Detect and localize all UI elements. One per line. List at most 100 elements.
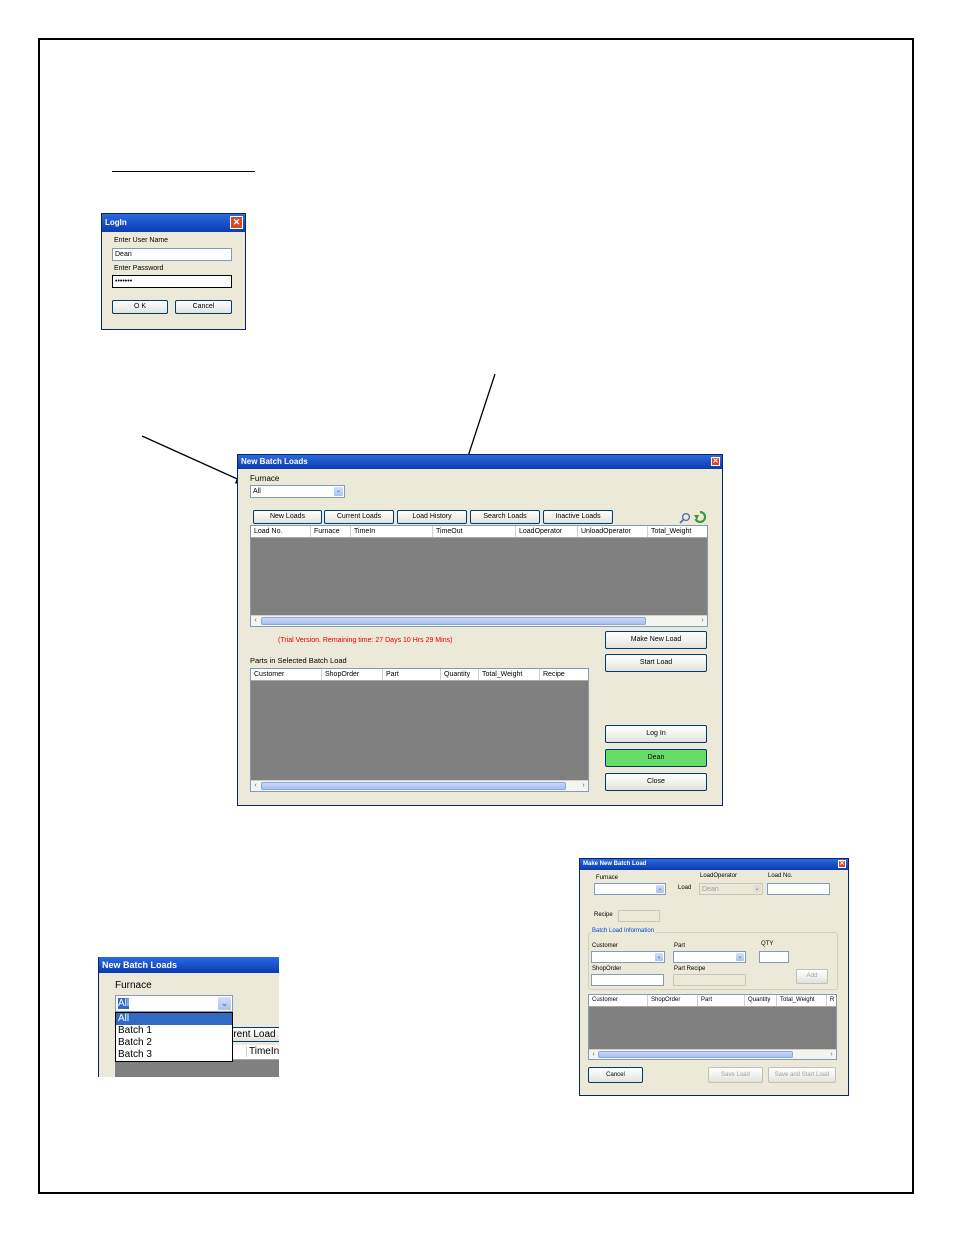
furnace-label: Furnace [250,474,280,483]
search-icon[interactable] [679,512,691,524]
zoom-col-timein[interactable]: TimeIn [246,1046,279,1057]
dropdown-option-all[interactable]: All [116,1013,232,1025]
col-furnace[interactable]: Furnace [311,526,351,537]
heading-underline [112,171,255,172]
parts-grid-header: Customer ShopOrder Part Quantity Total_W… [251,669,588,681]
scroll-thumb[interactable] [598,1051,793,1058]
mn-add-button[interactable]: Add [796,969,828,984]
mn-save-load-button[interactable]: Save Load [708,1067,763,1083]
close-icon[interactable]: ✕ [838,860,846,868]
tab-new-loads[interactable]: New Loads [253,510,322,524]
mn-group-label: Batch Load Information [591,928,656,934]
mn-col-part[interactable]: Part [698,995,745,1006]
mn-grid-header: Customer ShopOrder Part Quantity Total_W… [589,995,836,1007]
mn-furnace-select[interactable]: ⌄ [594,883,666,895]
mn-part-select[interactable]: ⌄ [673,951,746,963]
new-batch-loads-window: New Batch Loads ✕ Furnace All ⌄ New Load… [237,454,723,806]
mn-col-recipe[interactable]: R [827,995,836,1006]
chevron-down-icon[interactable]: ⌄ [334,487,343,496]
parts-grid[interactable]: Customer ShopOrder Part Quantity Total_W… [250,668,589,792]
zoom-furnace-label: Furnace [115,980,152,991]
tab-load-history[interactable]: Load History [397,510,467,524]
tab-current-loads[interactable]: Current Loads [324,510,394,524]
col-part[interactable]: Part [383,669,441,680]
scroll-thumb[interactable] [261,617,646,625]
chevron-down-icon[interactable]: ⌄ [656,885,664,893]
furnace-dropdown-zoom: New Batch Loads Furnace All ⌄ rrent Load… [98,957,279,1077]
col-load-no[interactable]: Load No. [251,526,311,537]
mn-col-quantity[interactable]: Quantity [745,995,777,1006]
mn-load-no-input[interactable] [767,883,830,895]
loads-grid-scrollbar[interactable]: ‹ › [251,615,707,626]
mn-load-no-label: Load No. [768,873,793,879]
mn-col-shop-order[interactable]: ShopOrder [648,995,698,1006]
mn-parts-grid[interactable]: Customer ShopOrder Part Quantity Total_W… [588,994,837,1060]
password-label: Enter Password [114,265,164,272]
start-load-button[interactable]: Start Load [605,654,707,672]
mn-col-total-weight[interactable]: Total_Weight [777,995,827,1006]
col-load-operator[interactable]: LoadOperator [516,526,578,537]
zoom-dropdown-list: All Batch 1 Batch 2 Batch 3 [115,1012,233,1062]
make-new-titlebar: Make New Batch Load ✕ [580,859,848,870]
mn-shop-order-label: ShopOrder [592,966,622,972]
mn-save-start-button[interactable]: Save and Start Load [768,1067,836,1083]
mn-col-customer[interactable]: Customer [589,995,648,1006]
chevron-down-icon[interactable]: ⌄ [655,953,663,961]
mn-load-operator-value: Dean [702,886,719,893]
col-total-weight[interactable]: Total_Weight [479,669,540,680]
scroll-thumb[interactable] [261,782,566,790]
mn-cancel-button[interactable]: Cancel [588,1067,643,1083]
main-title: New Batch Loads [241,457,308,466]
main-titlebar: New Batch Loads ✕ [238,455,722,469]
mn-recipe-field [618,910,660,922]
tab-search-loads[interactable]: Search Loads [470,510,540,524]
mn-shop-order-input[interactable] [591,974,664,986]
dropdown-option-batch-1[interactable]: Batch 1 [116,1025,232,1037]
scroll-right-icon[interactable]: › [827,1050,836,1059]
mn-grid-scrollbar[interactable]: ‹ › [589,1049,836,1059]
chevron-down-icon[interactable]: ⌄ [736,953,744,961]
loads-grid[interactable]: Load No. Furnace TimeIn TimeOut LoadOper… [250,525,708,627]
scroll-left-icon[interactable]: ‹ [589,1050,598,1059]
dropdown-option-batch-3[interactable]: Batch 3 [116,1049,232,1061]
col-shop-order[interactable]: ShopOrder [322,669,383,680]
mn-qty-input[interactable] [759,951,789,963]
user-button[interactable]: Dean [605,749,707,767]
chevron-down-icon: ⌄ [753,885,761,893]
col-unload-operator[interactable]: UnloadOperator [578,526,648,537]
col-timeout[interactable]: TimeOut [433,526,516,537]
col-quantity[interactable]: Quantity [441,669,479,680]
zoom-titlebar: New Batch Loads [99,957,279,973]
make-new-load-button[interactable]: Make New Load [605,631,707,649]
mn-customer-select[interactable]: ⌄ [591,951,665,963]
dropdown-option-batch-2[interactable]: Batch 2 [116,1037,232,1049]
mn-qty-label: QTY [761,941,774,947]
refresh-icon[interactable] [694,511,706,523]
mn-part-label: Part [674,943,686,949]
log-in-button[interactable]: Log In [605,725,707,743]
zoom-furnace-select[interactable]: All ⌄ [115,995,233,1012]
scroll-right-icon[interactable]: › [579,781,588,791]
zoom-title: New Batch Loads [102,960,178,970]
ok-button[interactable]: O K [112,300,168,314]
close-icon[interactable]: ✕ [711,457,720,466]
scroll-left-icon[interactable]: ‹ [251,616,260,626]
chevron-down-icon[interactable]: ⌄ [218,997,231,1010]
close-button[interactable]: Close [605,773,707,791]
scroll-left-icon[interactable]: ‹ [251,781,260,791]
parts-grid-scrollbar[interactable]: ‹ › [251,780,588,791]
col-recipe[interactable]: Recipe [540,669,588,680]
col-customer[interactable]: Customer [251,669,322,680]
mn-recipe-label: Recipe [594,912,613,918]
tab-inactive-loads[interactable]: Inactive Loads [543,510,613,524]
password-input[interactable]: ••••••• [112,275,232,288]
close-icon[interactable]: ✕ [230,216,243,229]
login-dialog: LogIn ✕ Enter User Name Dean Enter Passw… [101,213,246,330]
col-timein[interactable]: TimeIn [351,526,433,537]
mn-customer-label: Customer [592,943,619,949]
furnace-select[interactable]: All ⌄ [250,485,345,498]
user-name-input[interactable]: Dean [112,248,232,261]
col-total-weight[interactable]: Total_Weight [648,526,707,537]
scroll-right-icon[interactable]: › [698,616,707,626]
cancel-button[interactable]: Cancel [175,300,232,314]
